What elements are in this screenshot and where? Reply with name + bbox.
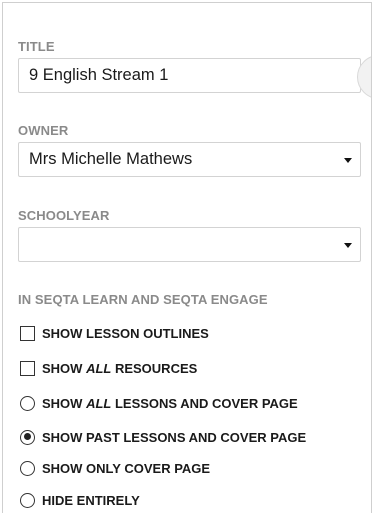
show-only-cover-page-option[interactable]: SHOW ONLY COVER PAGE	[20, 458, 210, 478]
show-all-lessons-text: SHOW ALL LESSONS AND COVER PAGE	[42, 395, 298, 411]
show-all-resources-option[interactable]: SHOW ALL RESOURCES	[20, 358, 197, 378]
show-lesson-outlines-option[interactable]: SHOW LESSON OUTLINES	[20, 323, 209, 343]
owner-label: OWNER	[18, 123, 69, 138]
show-all-lessons-radio[interactable]	[20, 395, 35, 411]
owner-select[interactable]: Mrs Michelle Mathews	[18, 142, 361, 177]
show-all-lessons-option[interactable]: SHOW ALL LESSONS AND COVER PAGE	[20, 393, 298, 413]
show-only-cover-page-text: SHOW ONLY COVER PAGE	[42, 460, 211, 476]
schoolyear-label: SCHOOLYEAR	[18, 208, 110, 223]
show-past-lessons-text: SHOW PAST LESSONS AND COVER PAGE	[42, 429, 307, 445]
show-past-lessons-radio[interactable]	[20, 429, 35, 445]
visibility-label: IN SEQTA LEARN AND SEQTA ENGAGE	[18, 292, 268, 307]
show-all-resources-checkbox[interactable]	[20, 360, 35, 376]
title-value[interactable]: 9 English Stream 1	[29, 66, 168, 85]
title-label: TITLE	[18, 39, 55, 54]
hide-entirely-option[interactable]: HIDE ENTIRELY	[20, 490, 140, 510]
course-settings-panel: TITLE 9 English Stream 1 OWNER Mrs Miche…	[2, 2, 372, 513]
show-lesson-outlines-text: SHOW LESSON OUTLINES	[42, 325, 209, 341]
show-past-lessons-option[interactable]: SHOW PAST LESSONS AND COVER PAGE	[20, 427, 306, 447]
schoolyear-select[interactable]	[18, 227, 361, 262]
chevron-down-icon	[344, 157, 352, 163]
owner-value: Mrs Michelle Mathews	[29, 150, 193, 168]
edge-action-icon	[371, 70, 372, 84]
show-all-resources-text: SHOW ALL RESOURCES	[42, 360, 198, 376]
chevron-down-icon	[344, 242, 352, 248]
hide-entirely-radio[interactable]	[20, 492, 35, 508]
show-only-cover-page-radio[interactable]	[20, 460, 35, 476]
title-input[interactable]: 9 English Stream 1	[18, 58, 361, 93]
show-lesson-outlines-checkbox[interactable]	[20, 325, 35, 341]
hide-entirely-text: HIDE ENTIRELY	[42, 492, 140, 508]
